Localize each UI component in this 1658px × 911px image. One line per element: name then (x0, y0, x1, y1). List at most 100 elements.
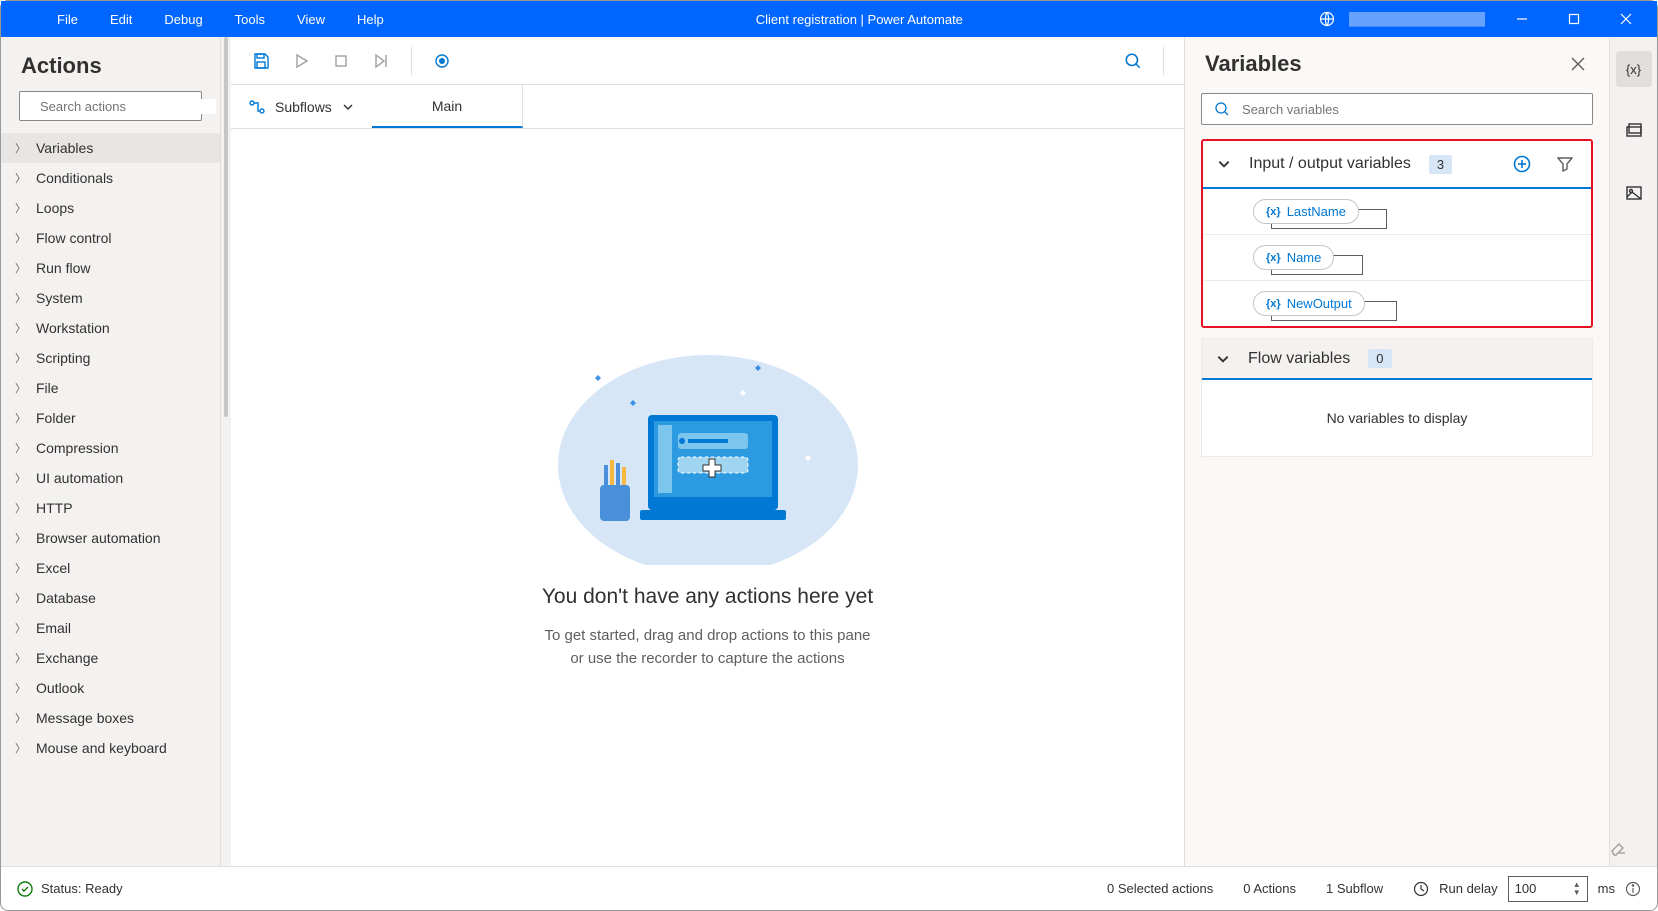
category-compression[interactable]: 〉Compression (1, 433, 220, 463)
search-variables-input[interactable] (1242, 102, 1580, 117)
right-sidebar: {x} (1609, 37, 1657, 866)
flow-variables-section: Flow variables 0 No variables to display (1201, 338, 1593, 457)
variable-item-newoutput[interactable]: {x}NewOutput (1203, 281, 1591, 326)
menu-debug[interactable]: Debug (148, 4, 218, 35)
chevron-right-icon: 〉 (15, 470, 26, 486)
step-button[interactable] (363, 43, 399, 79)
check-icon (17, 881, 33, 897)
variables-title: Variables (1205, 51, 1567, 77)
search-flow-button[interactable] (1115, 43, 1151, 79)
menu-edit[interactable]: Edit (94, 4, 148, 35)
images-button[interactable] (1616, 175, 1652, 211)
category-ui-automation[interactable]: 〉UI automation (1, 463, 220, 493)
clock-icon (1413, 881, 1429, 897)
chevron-right-icon: 〉 (15, 350, 26, 366)
add-variable-button[interactable] (1509, 151, 1535, 177)
subflows-label: Subflows (275, 99, 332, 115)
titlebar: File Edit Debug Tools View Help Client r… (1, 1, 1657, 37)
recorder-button[interactable] (424, 43, 460, 79)
chevron-right-icon: 〉 (15, 380, 26, 396)
category-scripting[interactable]: 〉Scripting (1, 343, 220, 373)
chevron-right-icon: 〉 (15, 140, 26, 156)
chevron-right-icon: 〉 (15, 260, 26, 276)
chevron-right-icon: 〉 (15, 410, 26, 426)
chevron-right-icon: 〉 (15, 620, 26, 636)
category-message-boxes[interactable]: 〉Message boxes (1, 703, 220, 733)
search-actions-input[interactable] (40, 99, 216, 114)
variable-icon: {x} (1266, 252, 1281, 264)
info-icon[interactable] (1625, 881, 1641, 897)
variable-name: LastName (1287, 204, 1346, 219)
category-conditionals[interactable]: 〉Conditionals (1, 163, 220, 193)
chevron-right-icon: 〉 (15, 500, 26, 516)
variables-tab-button[interactable]: {x} (1616, 51, 1652, 87)
close-variables-button[interactable] (1567, 53, 1589, 75)
category-loops[interactable]: 〉Loops (1, 193, 220, 223)
io-variables-title: Input / output variables (1249, 155, 1411, 173)
menu-view[interactable]: View (281, 4, 341, 35)
variable-item-name[interactable]: {x} Name (1203, 235, 1591, 281)
environment-label[interactable]: ████████████████ (1341, 8, 1493, 30)
run-delay-input[interactable]: 100 ▲▼ (1508, 876, 1588, 902)
actions-title: Actions (1, 37, 220, 91)
category-mouse-keyboard[interactable]: 〉Mouse and keyboard (1, 733, 220, 763)
category-variables[interactable]: 〉Variables (1, 133, 220, 163)
category-run-flow[interactable]: 〉Run flow (1, 253, 220, 283)
variable-name: Name (1287, 250, 1322, 265)
chevron-right-icon: 〉 (15, 650, 26, 666)
category-flow-control[interactable]: 〉Flow control (1, 223, 220, 253)
filter-button[interactable] (1553, 152, 1577, 176)
io-variables-section: Input / output variables 3 {x}LastName {… (1201, 139, 1593, 328)
empty-subtitle-1: To get started, drag and drop actions to… (544, 625, 870, 648)
actions-scrollbar[interactable] (221, 37, 231, 866)
globe-icon (1319, 11, 1335, 27)
flow-variables-count: 0 (1368, 349, 1391, 368)
chevron-right-icon: 〉 (15, 290, 26, 306)
maximize-button[interactable] (1551, 1, 1597, 37)
category-folder[interactable]: 〉Folder (1, 403, 220, 433)
action-category-list[interactable]: 〉Variables 〉Conditionals 〉Loops 〉Flow co… (1, 133, 220, 866)
chevron-down-icon (342, 101, 354, 113)
menu-bar: File Edit Debug Tools View Help (1, 4, 400, 35)
search-icon (1214, 101, 1230, 117)
menu-tools[interactable]: Tools (219, 4, 281, 35)
variables-panel: Variables Input / output variables 3 {x}… (1184, 37, 1609, 866)
category-excel[interactable]: 〉Excel (1, 553, 220, 583)
category-email[interactable]: 〉Email (1, 613, 220, 643)
chevron-down-icon[interactable] (1217, 157, 1231, 171)
variable-item-lastname[interactable]: {x}LastName (1203, 189, 1591, 235)
category-workstation[interactable]: 〉Workstation (1, 313, 220, 343)
category-file[interactable]: 〉File (1, 373, 220, 403)
minimize-button[interactable] (1499, 1, 1545, 37)
close-button[interactable] (1603, 1, 1649, 37)
flow-variables-title: Flow variables (1248, 350, 1350, 368)
run-button[interactable] (283, 43, 319, 79)
ui-elements-button[interactable] (1616, 113, 1652, 149)
category-system[interactable]: 〉System (1, 283, 220, 313)
chevron-right-icon: 〉 (15, 590, 26, 606)
search-variables-box[interactable] (1201, 93, 1593, 125)
category-http[interactable]: 〉HTTP (1, 493, 220, 523)
chevron-down-icon[interactable] (1216, 352, 1230, 366)
subflows-dropdown[interactable]: Subflows (231, 85, 372, 128)
menu-file[interactable]: File (41, 4, 94, 35)
search-actions-box[interactable] (19, 91, 202, 121)
category-browser-automation[interactable]: 〉Browser automation (1, 523, 220, 553)
save-button[interactable] (243, 43, 279, 79)
tab-main[interactable]: Main (372, 85, 523, 128)
spinner-buttons[interactable]: ▲▼ (1573, 881, 1581, 897)
chevron-right-icon: 〉 (15, 440, 26, 456)
category-database[interactable]: 〉Database (1, 583, 220, 613)
status-text: Status: Ready (41, 881, 123, 896)
variable-icon: {x} (1266, 298, 1281, 310)
subflows-bar: Subflows Main (231, 85, 1184, 129)
chevron-right-icon: 〉 (15, 530, 26, 546)
chevron-right-icon: 〉 (15, 320, 26, 336)
chevron-right-icon: 〉 (15, 680, 26, 696)
menu-help[interactable]: Help (341, 4, 400, 35)
category-outlook[interactable]: 〉Outlook (1, 673, 220, 703)
eraser-button[interactable] (1609, 838, 1627, 856)
category-exchange[interactable]: 〉Exchange (1, 643, 220, 673)
stop-button[interactable] (323, 43, 359, 79)
chevron-right-icon: 〉 (15, 740, 26, 756)
